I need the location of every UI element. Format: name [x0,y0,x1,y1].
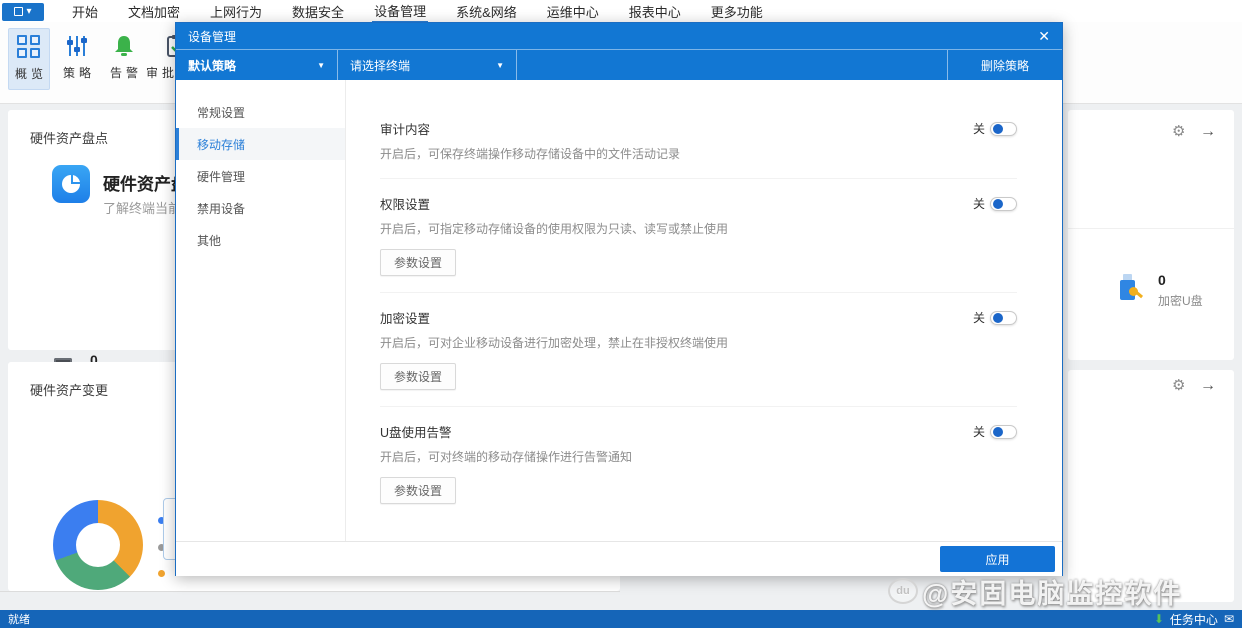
apply-button[interactable]: 应用 [940,546,1055,572]
audit-content-toggle[interactable]: 关 [973,120,1017,137]
parameter-settings-button[interactable]: 参数设置 [380,363,456,390]
section-title: 权限设置 [380,194,430,213]
toggle-switch-off[interactable] [990,122,1017,136]
menu-item-data-security[interactable]: 数据安全 [290,0,346,22]
section-audit-content: 审计内容 关 开启后，可保存终端操作移动存储设备中的文件活动记录 [380,104,1017,179]
sidebar-item-hardware-management[interactable]: 硬件管理 [176,160,345,192]
chevron-down-icon: ▼ [317,61,325,70]
section-encryption-settings: 加密设置 关 开启后，可对企业移动设备进行加密处理，禁止在非授权终端使用 参数设… [380,293,1017,407]
menu-item-more-features[interactable]: 更多功能 [709,0,765,22]
logo-caret-icon: ▾ [26,6,31,17]
dialog-footer: 应用 [176,541,1062,576]
menu-item-report-center[interactable]: 报表中心 [627,0,683,22]
sidebar-item-other[interactable]: 其他 [176,224,345,256]
section-description: 开启后，可对终端的移动存储操作进行告警通知 [380,448,1017,465]
usb-usage-alert-toggle[interactable]: 关 [973,423,1017,440]
section-description: 开启后，可保存终端操作移动存储设备中的文件活动记录 [380,145,1017,162]
menubar: ▾ 开始 文档加密 上网行为 数据安全 设备管理 系统&网络 运维中心 报表中心… [0,0,1242,22]
section-title: U盘使用告警 [380,422,452,441]
arrow-right-icon[interactable]: → [1200,378,1216,394]
menu-item-system-network[interactable]: 系统&网络 [454,0,519,22]
toggle-switch-off[interactable] [990,197,1017,211]
dialog-title: 设备管理 [188,28,236,45]
statusbar: 就绪 ⬇ 任务中心 ✉ [0,610,1242,628]
close-icon[interactable]: ✕ [1038,28,1050,45]
gear-icon[interactable]: ⚙ [1172,124,1185,139]
permission-settings-toggle[interactable]: 关 [973,195,1017,212]
ribbon-button-alerts[interactable]: 告警 [103,28,145,90]
dialog-titlebar[interactable]: 设备管理 ✕ [176,23,1062,49]
app-logo-button[interactable]: ▾ [2,3,44,21]
section-description: 开启后，可对企业移动设备进行加密处理，禁止在非授权终端使用 [380,334,1017,351]
ribbon-button-overview[interactable]: 概览 [8,28,50,90]
policy-dropdown[interactable]: 默认策略 ▼ [176,50,338,80]
menu-item-start[interactable]: 开始 [70,0,100,22]
toggle-switch-off[interactable] [990,311,1017,325]
encrypted-usb-stat: 0 加密U盘 [1158,272,1203,309]
chevron-down-icon: ▼ [496,61,504,70]
card-right-bottom: ⚙ → [1068,370,1234,602]
toggle-switch-off[interactable] [990,425,1017,439]
legend-dot-orange [158,570,165,577]
delete-policy-button[interactable]: 删除策略 [948,50,1062,80]
menu-item-device-management[interactable]: 设备管理 [372,0,428,23]
watermark-paw-icon: du [888,578,918,604]
pie-chart-app-icon [52,165,90,203]
parameter-settings-button[interactable]: 参数设置 [380,477,456,504]
section-description: 开启后，可指定移动存储设备的使用权限为只读、读写或禁止使用 [380,220,1017,237]
policy-sliders-icon [65,34,89,58]
dialog-toolbar: 默认策略 ▼ 请选择终端 ▼ 删除策略 [176,49,1062,80]
device-management-dialog: 设备管理 ✕ 默认策略 ▼ 请选择终端 ▼ 删除策略 常规设置 移动存储 硬件管… [175,22,1063,576]
status-text: 就绪 [8,611,30,627]
overview-grid-icon [17,35,41,59]
card-title: 硬件资产盘点 [30,128,108,147]
encryption-settings-toggle[interactable]: 关 [973,309,1017,326]
section-usb-usage-alert: U盘使用告警 关 开启后，可对终端的移动存储操作进行告警通知 参数设置 [380,407,1017,520]
sidebar-item-mobile-storage[interactable]: 移动存储 [176,128,345,160]
menu-item-ops-center[interactable]: 运维中心 [545,0,601,22]
section-permission-settings: 权限设置 关 开启后，可指定移动存储设备的使用权限为只读、读写或禁止使用 参数设… [380,179,1017,293]
terminal-dropdown[interactable]: 请选择终端 ▼ [338,50,517,80]
download-icon[interactable]: ⬇ [1154,612,1164,626]
arrow-right-icon[interactable]: → [1200,124,1216,140]
app-logo-icon [14,7,23,16]
toolbar-spacer [517,50,948,80]
sidebar-item-disabled-devices[interactable]: 禁用设备 [176,192,345,224]
ribbon-button-policy[interactable]: 策略 [56,28,98,90]
menu-item-web-behavior[interactable]: 上网行为 [208,0,264,22]
card-encrypted-usb: ⚙ → 0 加密U盘 [1068,110,1234,360]
menu-item-doc-encryption[interactable]: 文档加密 [126,0,182,22]
section-title: 加密设置 [380,308,430,327]
mail-icon[interactable]: ✉ [1224,612,1234,626]
hardware-change-donut-chart [53,500,143,590]
dialog-sidebar: 常规设置 移动存储 硬件管理 禁用设备 其他 [176,80,346,541]
settings-panel: 审计内容 关 开启后，可保存终端操作移动存储设备中的文件活动记录 权限设置 关 [346,80,1062,541]
alert-bell-icon [112,34,136,58]
sidebar-item-general-settings[interactable]: 常规设置 [176,96,345,128]
section-title: 审计内容 [380,119,430,138]
gear-icon[interactable]: ⚙ [1172,378,1185,393]
app-window: ▾ 开始 文档加密 上网行为 数据安全 设备管理 系统&网络 运维中心 报表中心… [0,0,1242,628]
task-center-button[interactable]: 任务中心 [1170,611,1218,628]
card-bottom-divider [0,591,620,592]
divider [1068,228,1234,229]
card-title: 硬件资产变更 [30,380,108,399]
parameter-settings-button[interactable]: 参数设置 [380,249,456,276]
encrypted-usb-icon [1120,274,1140,300]
